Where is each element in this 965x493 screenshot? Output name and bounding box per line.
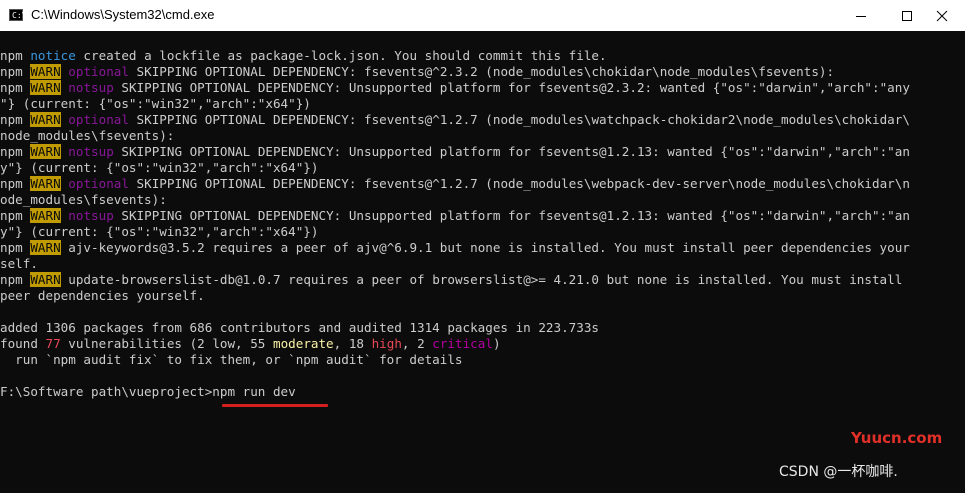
console-text: ode_modules\fsevents): (0, 192, 167, 207)
console-text: ) (492, 336, 501, 351)
console-token-magenta: optional (68, 112, 129, 127)
console-token-warn: WARN (30, 176, 61, 191)
console-text: ajv-keywords@3.5.2 requires a peer of aj… (60, 240, 910, 255)
console-line: added 1306 packages from 686 contributor… (0, 320, 965, 336)
console-text: SKIPPING OPTIONAL DEPENDENCY: fsevents@^… (128, 176, 910, 191)
console-token-red: high (371, 336, 402, 351)
console-text: , 2 (401, 336, 433, 351)
cmd-icon[interactable]: C:\ (9, 9, 27, 21)
console-line: npm WARN notsup SKIPPING OPTIONAL DEPEND… (0, 80, 965, 96)
console-token-magenta: optional (68, 176, 129, 191)
console-line: npm WARN notsup SKIPPING OPTIONAL DEPEND… (0, 208, 965, 224)
close-icon (936, 10, 948, 21)
console-line: npm WARN optional SKIPPING OPTIONAL DEPE… (0, 176, 965, 192)
console-token-warn: WARN (30, 240, 61, 255)
console-text: npm (0, 176, 31, 191)
console-line: npm WARN optional SKIPPING OPTIONAL DEPE… (0, 64, 965, 80)
watermark-csdn: CSDN @一杯咖啡. (779, 464, 898, 480)
console-text: SKIPPING OPTIONAL DEPENDENCY: Unsupporte… (113, 144, 910, 159)
cmd-icon-glyph: C:\ (12, 11, 27, 20)
console-text: F:\Software path\vueproject>npm run dev (0, 384, 296, 399)
console-token-blue: notice (30, 48, 76, 63)
console-text: npm (0, 272, 31, 287)
console-token-yellow: moderate (272, 336, 334, 351)
console-line: npm WARN ajv-keywords@3.5.2 requires a p… (0, 240, 965, 256)
console-token-warn: WARN (30, 208, 61, 223)
console-text: y"} (current: {"os":"win32","arch":"x64"… (0, 160, 319, 175)
console-line: F:\Software path\vueproject>npm run dev (0, 384, 965, 400)
console-token-warn: WARN (30, 80, 61, 95)
console-text: update-browserslist-db@1.0.7 requires a … (60, 272, 903, 287)
console-text: found (0, 336, 46, 351)
console-line: self. (0, 256, 965, 272)
console-token-warn: WARN (30, 112, 61, 127)
console-token-magenta: notsup (68, 208, 114, 223)
console-line: y"} (current: {"os":"win32","arch":"x64"… (0, 160, 965, 176)
console-text: SKIPPING OPTIONAL DEPENDENCY: fsevents@^… (128, 64, 835, 79)
console-line: npm notice created a lockfile as package… (0, 48, 965, 64)
console-token-warn: WARN (30, 272, 61, 287)
console-line: ode_modules\fsevents): (0, 192, 965, 208)
console-text: npm (0, 240, 31, 255)
console-line: "} (current: {"os":"win32","arch":"x64"}… (0, 96, 965, 112)
watermark-yuucn: Yuucn.com (851, 429, 943, 447)
minimize-icon (856, 15, 866, 17)
console-text: npm (0, 48, 31, 63)
console-line: node_modules\fsevents): (0, 128, 965, 144)
console-output[interactable]: npm notice created a lockfile as package… (0, 48, 965, 468)
console-text: "} (current: {"os":"win32","arch":"x64"}… (0, 96, 311, 111)
console-line: peer dependencies yourself. (0, 288, 965, 304)
console-line: npm WARN update-browserslist-db@1.0.7 re… (0, 272, 965, 288)
console-token-warn: WARN (30, 144, 61, 159)
console-line: npm WARN optional SKIPPING OPTIONAL DEPE… (0, 112, 965, 128)
console-text: SKIPPING OPTIONAL DEPENDENCY: Unsupporte… (113, 80, 910, 95)
console-text: peer dependencies yourself. (0, 288, 205, 303)
console-token-warn: WARN (30, 64, 61, 79)
close-button[interactable] (919, 0, 965, 31)
console-text: , 18 (333, 336, 372, 351)
console-token-magenta: notsup (68, 80, 114, 95)
console-text: SKIPPING OPTIONAL DEPENDENCY: Unsupporte… (113, 208, 910, 223)
console-text: y"} (current: {"os":"win32","arch":"x64"… (0, 224, 319, 239)
console-line: found 77 vulnerabilities (2 low, 55 mode… (0, 336, 965, 352)
console-line: npm WARN notsup SKIPPING OPTIONAL DEPEND… (0, 144, 965, 160)
console-text: npm (0, 144, 31, 159)
console-text: self. (0, 256, 38, 271)
console-text: npm (0, 80, 31, 95)
title-bar[interactable]: C:\ C:\Windows\System32\cmd.exe (0, 0, 965, 31)
window-title: C:\Windows\System32\cmd.exe (31, 7, 215, 22)
console-token-red: 77 (45, 336, 61, 351)
console-text: node_modules\fsevents): (0, 128, 175, 143)
console-text: created a lockfile as package-lock.json.… (75, 48, 607, 63)
console-text: added 1306 packages from 686 contributor… (0, 320, 599, 335)
console-text: npm (0, 112, 31, 127)
console-text: vulnerabilities (2 low, 55 (60, 336, 273, 351)
console-text: run `npm audit fix` to fix them, or `npm… (0, 352, 463, 367)
console-text: SKIPPING OPTIONAL DEPENDENCY: fsevents@^… (128, 112, 910, 127)
console-line: y"} (current: {"os":"win32","arch":"x64"… (0, 224, 965, 240)
console-token-purple: critical (432, 336, 493, 351)
console-text: npm (0, 64, 31, 79)
console-token-magenta: optional (68, 64, 129, 79)
maximize-icon (902, 10, 912, 21)
command-underline (222, 404, 328, 407)
minimize-button[interactable] (838, 0, 884, 31)
console-line: run `npm audit fix` to fix them, or `npm… (0, 352, 965, 368)
console-token-magenta: notsup (68, 144, 114, 159)
console-text: npm (0, 208, 31, 223)
